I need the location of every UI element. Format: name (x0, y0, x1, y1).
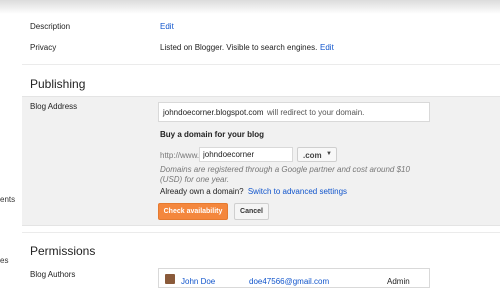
check-availability-button[interactable]: Check availability (158, 203, 228, 220)
divider (22, 64, 500, 65)
publishing-section-title: Publishing (30, 77, 86, 91)
author-role[interactable]: Admin (387, 277, 410, 286)
buy-domain-heading: Buy a domain for your blog (160, 130, 265, 139)
permissions-section-title: Permissions (30, 244, 96, 258)
own-domain-text: Already own a domain? (160, 187, 244, 196)
cancel-button[interactable]: Cancel (234, 203, 269, 220)
avatar (165, 274, 175, 284)
privacy-label: Privacy (30, 43, 57, 52)
author-row: John Doe doe47566@gmail.com Admin (158, 268, 430, 288)
blog-authors-label: Blog Authors (30, 270, 76, 279)
tld-select[interactable]: .com ▼ (297, 147, 337, 162)
author-name[interactable]: John Doe (181, 277, 215, 286)
description-edit-link[interactable]: Edit (160, 22, 174, 31)
tld-selected-value: .com (303, 151, 322, 160)
url-prefix: http://www. (160, 151, 200, 160)
sidebar-item-fragment[interactable]: es (0, 256, 8, 265)
redirect-note: will redirect to your domain. (267, 108, 365, 117)
domain-disclaimer: Domains are registered through a Google … (160, 165, 410, 184)
top-shadow (0, 0, 500, 14)
advanced-settings-link[interactable]: Switch to advanced settings (248, 187, 347, 196)
blog-address-label: Blog Address (30, 102, 78, 111)
chevron-down-icon: ▼ (326, 151, 332, 157)
domain-input[interactable] (199, 147, 293, 162)
divider (22, 232, 500, 233)
privacy-edit-link[interactable]: Edit (320, 43, 334, 52)
blog-address-box: johndoecorner.blogspot.com will redirect… (158, 102, 430, 122)
privacy-value: Listed on Blogger. Visible to search eng… (160, 43, 318, 52)
description-label: Description (30, 22, 71, 31)
author-email[interactable]: doe47566@gmail.com (249, 277, 329, 286)
blog-address-value: johndoecorner.blogspot.com (163, 108, 264, 117)
own-domain-row: Already own a domain? Switch to advanced… (160, 187, 347, 196)
sidebar-item-fragment[interactable]: ents (0, 195, 15, 204)
